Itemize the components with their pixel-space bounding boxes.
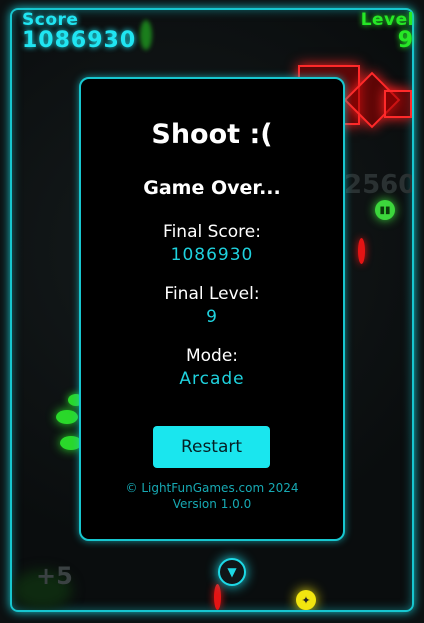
star-powerup-icon: ✦	[296, 590, 316, 610]
enemy-orb-icon: ▮▮	[375, 200, 395, 220]
red-bullet	[214, 584, 221, 610]
score-value: 1086930	[22, 28, 137, 53]
version-text: Version 1.0.0	[172, 497, 252, 511]
level-value: 9	[397, 28, 414, 53]
red-bullet	[358, 238, 365, 264]
green-glow-blob	[56, 410, 78, 424]
bonus-popup: +5	[36, 562, 73, 590]
game-title: Shoot :(	[151, 119, 273, 150]
green-glow-blob	[140, 20, 152, 50]
final-score-label: Final Score:	[163, 222, 261, 242]
enemy-block	[384, 90, 412, 118]
mode-label: Mode:	[185, 346, 239, 366]
restart-button[interactable]: Restart	[153, 426, 270, 468]
game-over-heading: Game Over...	[143, 177, 281, 199]
level-label: Level	[360, 10, 414, 30]
player-ship-icon: ▼	[218, 558, 246, 586]
ghost-score: 2560	[344, 170, 414, 200]
mode-value: Arcade	[179, 369, 245, 389]
copyright-text: © LightFunGames.com 2024	[125, 481, 299, 495]
final-score-value: 1086930	[170, 245, 254, 265]
final-level-value: 9	[206, 307, 218, 327]
final-level-label: Final Level:	[164, 284, 260, 304]
score-label: Score	[22, 10, 79, 30]
game-over-dialog: Shoot :( Game Over... Final Score: 10869…	[79, 77, 345, 541]
